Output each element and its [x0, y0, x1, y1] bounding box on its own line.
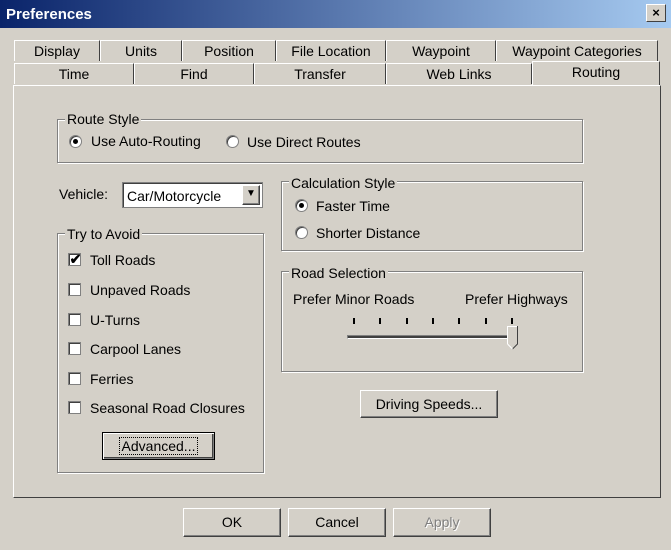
u-turns-checkbox[interactable] — [68, 313, 81, 326]
toll-roads-checkbox[interactable]: ✔ — [68, 251, 82, 267]
checkmark-icon: ✔ — [69, 251, 82, 267]
toll-roads-label: Toll Roads — [90, 252, 156, 268]
slider-tick — [379, 318, 381, 324]
tab-file-location[interactable]: File Location — [276, 40, 386, 61]
unpaved-roads-label: Unpaved Roads — [90, 282, 191, 298]
prefer-highways-label: Prefer Highways — [465, 291, 568, 307]
driving-speeds-button[interactable]: Driving Speeds... — [360, 390, 498, 418]
route-style-label: Route Style — [65, 111, 142, 127]
faster-time-label: Faster Time — [316, 198, 390, 214]
direct-routes-label: Use Direct Routes — [247, 134, 361, 150]
ferries-label: Ferries — [90, 371, 134, 387]
close-button[interactable]: × — [646, 4, 666, 22]
slider-thumb[interactable] — [507, 326, 518, 350]
tab-time[interactable]: Time — [14, 63, 134, 84]
tab-waypoint-categories[interactable]: Waypoint Categories — [496, 40, 658, 61]
faster-time-radio[interactable] — [295, 199, 308, 212]
carpool-lanes-checkbox[interactable] — [68, 342, 81, 355]
seasonal-closures-label: Seasonal Road Closures — [90, 400, 245, 416]
direct-routes-radio[interactable] — [226, 135, 239, 148]
tab-find[interactable]: Find — [134, 63, 254, 84]
apply-button[interactable]: Apply — [393, 508, 491, 537]
tab-web-links[interactable]: Web Links — [386, 63, 532, 84]
window-title: Preferences — [6, 6, 92, 23]
slider-tick — [511, 318, 513, 324]
tab-waypoint[interactable]: Waypoint — [386, 40, 496, 61]
cancel-button[interactable]: Cancel — [288, 508, 386, 537]
tab-transfer[interactable]: Transfer — [254, 63, 386, 84]
slider-track[interactable] — [347, 335, 517, 339]
advanced-button[interactable]: Advanced... — [102, 432, 215, 460]
road-selection-label: Road Selection — [289, 265, 388, 281]
unpaved-roads-checkbox[interactable] — [68, 283, 81, 296]
title-bar — [0, 0, 671, 28]
vehicle-select[interactable]: Car/Motorcycle ▼ — [122, 182, 263, 208]
tab-position[interactable]: Position — [182, 40, 276, 61]
prefer-minor-label: Prefer Minor Roads — [293, 291, 415, 307]
calculation-style-label: Calculation Style — [289, 175, 398, 191]
tab-units[interactable]: Units — [100, 40, 182, 61]
auto-routing-radio[interactable] — [69, 135, 82, 148]
slider-tick — [458, 318, 460, 324]
slider-tick — [432, 318, 434, 324]
chevron-down-icon: ▼ — [246, 188, 256, 199]
auto-routing-label: Use Auto-Routing — [91, 133, 201, 149]
slider-tick — [485, 318, 487, 324]
shorter-distance-radio[interactable] — [295, 226, 308, 239]
u-turns-label: U-Turns — [90, 312, 141, 328]
vehicle-label: Vehicle: — [59, 186, 109, 202]
ferries-checkbox[interactable] — [68, 372, 81, 385]
vehicle-value: Car/Motorcycle — [127, 188, 222, 204]
tab-routing[interactable]: Routing — [532, 61, 660, 85]
close-icon: × — [652, 5, 660, 20]
seasonal-closures-checkbox[interactable] — [68, 401, 81, 414]
tab-display[interactable]: Display — [14, 40, 100, 61]
slider-tick — [406, 318, 408, 324]
vehicle-dropdown-button[interactable]: ▼ — [242, 185, 260, 205]
carpool-lanes-label: Carpool Lanes — [90, 341, 182, 357]
shorter-distance-label: Shorter Distance — [316, 225, 421, 241]
avoid-label: Try to Avoid — [65, 226, 143, 242]
slider-tick — [353, 318, 355, 324]
ok-button[interactable]: OK — [183, 508, 281, 537]
